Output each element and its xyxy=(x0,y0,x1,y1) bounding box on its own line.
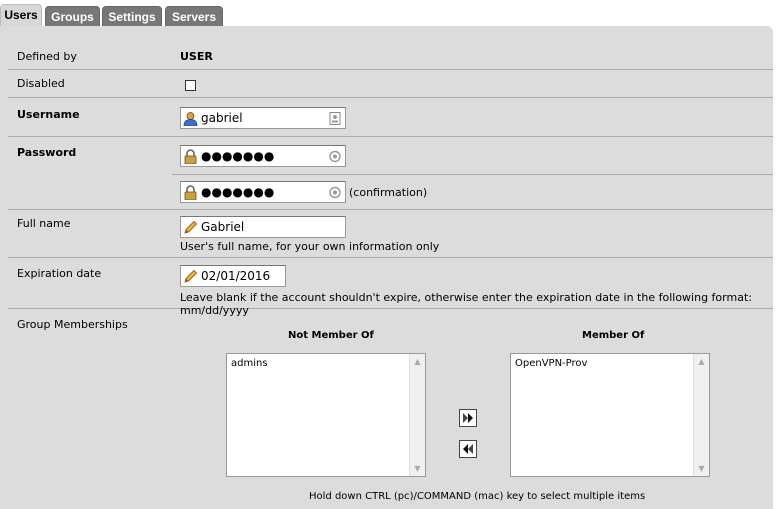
add-to-group-button[interactable] xyxy=(459,409,477,427)
list-item[interactable]: OpenVPN-Prov xyxy=(515,358,587,369)
pencil-icon xyxy=(184,220,198,234)
row-password: Password ●●●●●●● ●●●●●●● (confirmation) xyxy=(8,137,773,210)
lock-icon xyxy=(184,185,197,200)
scroll-up-icon[interactable]: ▲ xyxy=(694,354,709,369)
fullname-label: Full name xyxy=(17,217,71,230)
password-label: Password xyxy=(17,146,77,159)
defined-by-label: Defined by xyxy=(17,50,77,63)
scrollbar[interactable]: ▲ ▼ xyxy=(693,354,709,476)
password-confirm-input[interactable]: ●●●●●●● xyxy=(180,181,346,203)
fullname-value: Gabriel xyxy=(201,220,245,234)
username-input[interactable]: gabriel xyxy=(180,107,346,129)
tab-bar: Users Groups Settings Servers xyxy=(0,0,780,27)
tab-settings[interactable]: Settings xyxy=(102,6,162,26)
disabled-label: Disabled xyxy=(17,77,65,90)
list-item[interactable]: admins xyxy=(231,358,268,369)
row-expiration: Expiration date 02/01/2016 Leave blank i… xyxy=(8,258,773,317)
password-value: ●●●●●●● xyxy=(201,149,275,163)
scrollbar[interactable]: ▲ ▼ xyxy=(409,354,425,476)
username-value: gabriel xyxy=(201,111,243,125)
divider xyxy=(172,174,773,175)
tab-users[interactable]: Users xyxy=(0,4,42,27)
row-group-memberships: Group Memberships Not Member Of Member O… xyxy=(8,309,773,509)
user-icon xyxy=(183,112,198,126)
fullname-input[interactable]: Gabriel xyxy=(180,216,346,238)
scroll-up-icon[interactable]: ▲ xyxy=(410,354,425,369)
member-listbox[interactable]: OpenVPN-Prov ▲ ▼ xyxy=(510,353,710,477)
expiration-input[interactable]: 02/01/2016 xyxy=(180,265,286,287)
user-edit-panel: Defined by USER Disabled Username gabrie… xyxy=(0,26,773,509)
row-disabled: Disabled xyxy=(8,70,773,98)
defined-by-value: USER xyxy=(180,50,213,63)
password-input[interactable]: ●●●●●●● xyxy=(180,145,346,167)
group-memberships-label: Group Memberships xyxy=(17,318,128,331)
remove-from-group-button[interactable] xyxy=(459,440,477,458)
row-defined-by: Defined by USER xyxy=(8,43,773,70)
not-member-header: Not Member Of xyxy=(288,330,374,341)
contact-card-icon xyxy=(329,112,341,125)
confirmation-label: (confirmation) xyxy=(349,186,428,199)
row-username: Username gabriel xyxy=(8,98,773,137)
expiration-label: Expiration date xyxy=(17,267,102,280)
multiselect-hint: Hold down CTRL (pc)/COMMAND (mac) key to… xyxy=(309,491,646,502)
scroll-down-icon[interactable]: ▼ xyxy=(410,461,425,476)
reveal-password-icon[interactable] xyxy=(329,186,341,199)
row-fullname: Full name Gabriel User's full name, for … xyxy=(8,210,773,258)
username-label: Username xyxy=(17,108,80,121)
disabled-checkbox[interactable] xyxy=(185,80,196,91)
member-header: Member Of xyxy=(582,330,645,341)
tab-groups[interactable]: Groups xyxy=(45,6,100,26)
reveal-password-icon[interactable] xyxy=(329,150,341,163)
expiration-value: 02/01/2016 xyxy=(201,269,271,283)
password-confirm-value: ●●●●●●● xyxy=(201,185,275,199)
not-member-listbox[interactable]: admins ▲ ▼ xyxy=(226,353,426,477)
pencil-icon xyxy=(184,269,198,283)
fullname-help: User's full name, for your own informati… xyxy=(180,240,440,253)
tab-servers[interactable]: Servers xyxy=(165,6,223,26)
scroll-down-icon[interactable]: ▼ xyxy=(694,461,709,476)
lock-icon xyxy=(184,149,197,164)
